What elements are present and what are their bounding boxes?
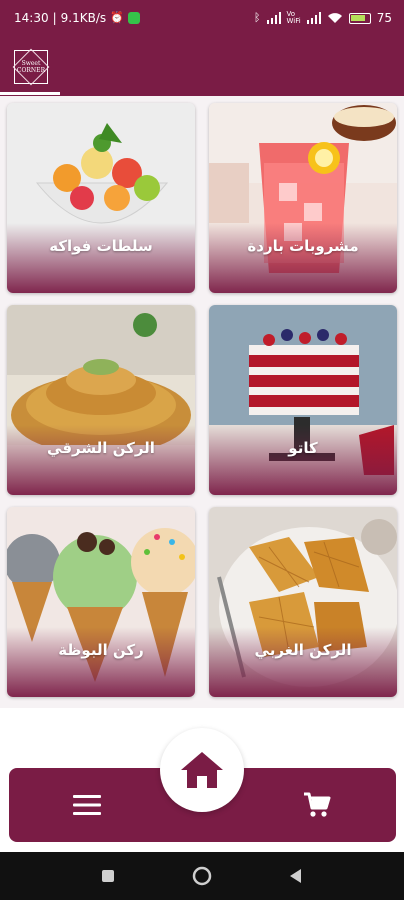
category-card-cake[interactable]: كاتو [209, 305, 397, 495]
cart-button[interactable] [300, 788, 334, 822]
clock: 14:30 [14, 11, 49, 25]
recent-square-icon [102, 870, 114, 882]
logo-text-main: CORNER [16, 67, 46, 74]
system-back-button[interactable] [286, 866, 306, 886]
active-tab-indicator [0, 92, 60, 95]
signal-icon [266, 12, 281, 24]
category-label: الركن الشرقي [47, 439, 155, 457]
brand-logo[interactable]: Sweet CORNER [12, 48, 50, 86]
category-card-waffles[interactable]: الركن الغربي [209, 507, 397, 697]
app-header: Sweet CORNER [0, 38, 404, 96]
category-label: ركن البوظة [58, 641, 144, 659]
category-card-cold-drinks[interactable]: مشروبات باردة [209, 103, 397, 293]
category-label: سلطات فواكه [49, 237, 153, 255]
volte-icon: Vo WiFi [286, 10, 301, 25]
category-grid: مشروبات باردة سلطات فواكه كاتو الركن الش… [0, 96, 404, 708]
system-home-button[interactable] [192, 866, 212, 886]
home-icon [181, 752, 223, 788]
category-label: مشروبات باردة [247, 237, 359, 255]
menu-button[interactable] [70, 788, 104, 822]
battery-percent: 75 [376, 11, 392, 25]
home-button[interactable] [160, 728, 244, 812]
system-nav-bar [0, 852, 404, 900]
network-speed: 9.1KB/s [60, 11, 107, 25]
system-recent-button[interactable] [98, 866, 118, 886]
cart-icon [304, 792, 331, 817]
battery-icon [348, 12, 371, 24]
category-label: الركن الغربي [254, 641, 352, 659]
whatsapp-icon [127, 12, 140, 24]
home-circle-icon [192, 866, 212, 886]
category-card-oriental-sweets[interactable]: الركن الشرقي [7, 305, 195, 495]
category-card-ice-cream[interactable]: ركن البوظة [7, 507, 195, 697]
alarm-icon: ⏰ [110, 11, 124, 24]
wifi-icon [327, 13, 342, 23]
status-bar: 14:30 | 9.1KB/s ⏰ ᛒ Vo WiFi 75 [0, 0, 404, 38]
category-label: كاتو [288, 439, 318, 457]
menu-icon [73, 795, 101, 815]
back-triangle-icon [290, 869, 301, 883]
logo-text-top: Sweet [21, 60, 41, 67]
signal-icon [306, 12, 321, 24]
category-card-fruit-salad[interactable]: سلطات فواكه [7, 103, 195, 293]
bluetooth-icon: ᛒ [253, 11, 261, 24]
